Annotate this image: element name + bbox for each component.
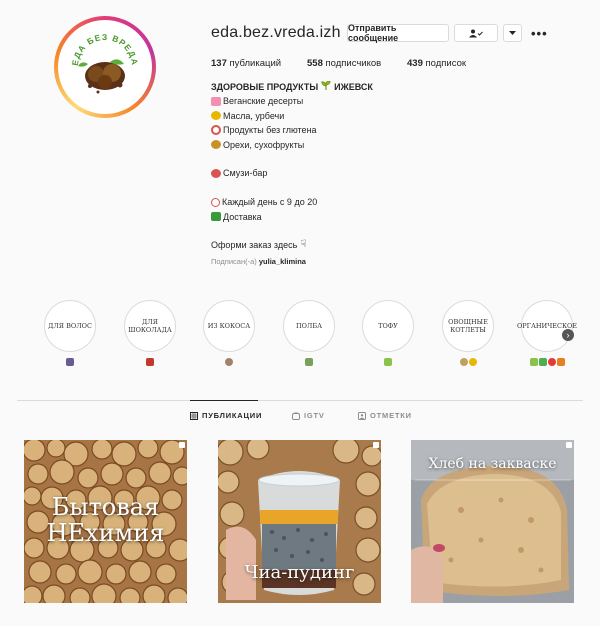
tabs-divider — [17, 400, 583, 401]
send-message-button[interactable]: Отправить сообщение — [347, 23, 449, 43]
svg-text:ЕДА БЕЗ ВРЕДА: ЕДА БЕЗ ВРЕДА — [70, 32, 140, 66]
post-thumbnail[interactable]: Чиа-пудинг — [218, 440, 381, 603]
tab-posts[interactable]: ПУБЛИКАЦИИ — [190, 411, 262, 420]
highlight[interactable]: ПОЛБА — [283, 300, 335, 352]
highlight-emoji — [283, 358, 335, 368]
grid-icon — [190, 411, 198, 420]
post-caption-line: НЕхимия — [46, 519, 165, 547]
highlights-next-arrow[interactable]: › — [562, 329, 574, 341]
posts-label: публикаций — [226, 58, 282, 69]
tag-user-icon — [358, 411, 366, 420]
bio-item: Орехи, сухофрукты — [223, 139, 305, 150]
no-entry-icon — [211, 125, 221, 136]
followers-label: подписчиков — [322, 58, 382, 69]
profile-stats: 137 публикаций 558 подписчиков 439 подпи… — [211, 58, 466, 69]
followed-by-user: yulia_klimina — [258, 256, 306, 266]
pointing-down-icon: ☟ — [300, 239, 307, 251]
bio-title-line: ЗДОРОВЫЕ ПРОДУКТЫ ИЖЕВСК — [211, 80, 511, 94]
followers-stat[interactable]: 558 подписчиков — [307, 58, 407, 69]
ellipsis-icon[interactable]: ••• — [531, 26, 548, 41]
highlight-emoji — [362, 358, 414, 368]
avatar-text: ЕДА БЕЗ ВРЕДА — [70, 32, 139, 66]
highlight-label: ТОФУ — [365, 303, 411, 349]
posts-stat: 137 публикаций — [211, 58, 307, 69]
sunflower-icon — [211, 111, 221, 121]
highlight-label: ДЛЯ ШОКОЛАДА — [127, 303, 173, 349]
active-tab-indicator — [190, 400, 258, 401]
post-caption-line: Бытовая — [51, 493, 160, 521]
highlight[interactable]: ТОФУ — [362, 300, 414, 352]
tab-posts-label: ПУБЛИКАЦИИ — [202, 411, 263, 420]
post-thumbnail[interactable]: Хлеб на закваске — [411, 440, 574, 603]
person-check-icon — [469, 29, 483, 37]
cupcake-icon — [211, 97, 221, 107]
avatar[interactable]: ЕДА БЕЗ ВРЕДА — [58, 20, 152, 114]
followers-count: 558 — [307, 58, 323, 69]
posts-count: 137 — [211, 58, 227, 69]
post-caption-line: Хлеб на закваске — [428, 456, 557, 472]
highlight-emoji — [521, 358, 573, 368]
igtv-icon — [292, 411, 300, 420]
suggestions-dropdown-button[interactable] — [503, 24, 522, 42]
following-label: подписок — [422, 58, 467, 69]
profile-username: eda.bez.vreda.izh — [211, 24, 341, 41]
highlight-label: ИЗ КОКОСА — [206, 303, 252, 349]
highlight[interactable]: ОВОЩНЫЕ КОТЛЕТЫ — [442, 300, 494, 352]
following-button[interactable] — [454, 24, 498, 42]
multi-image-icon — [373, 442, 379, 448]
highlight[interactable]: ДЛЯ ШОКОЛАДА — [124, 300, 176, 352]
highlight-emoji — [44, 358, 96, 368]
followed-by[interactable]: Подписан(-а) yulia_klimina — [211, 255, 511, 269]
bio-smoothie: Смузи-бар — [223, 168, 268, 179]
strawberry-icon — [211, 169, 221, 179]
bio-item: Веганские десерты — [223, 96, 304, 107]
highlight[interactable]: ОРГАНИЧЕСКОЕ — [517, 300, 577, 352]
highlight[interactable]: ИЗ КОКОСА — [203, 300, 255, 352]
highlight-emoji — [203, 358, 255, 368]
chevron-down-icon — [509, 30, 516, 35]
multi-image-icon — [179, 442, 185, 448]
delivery-truck-icon — [211, 212, 221, 222]
following-count: 439 — [407, 58, 423, 69]
tab-igtv-label: IGTV — [304, 411, 325, 420]
highlight-label: ДЛЯ ВОЛОС — [47, 303, 93, 349]
sprout-icon — [321, 80, 331, 94]
bio-item: Продукты без глютена — [223, 125, 317, 136]
peanut-icon — [211, 140, 221, 150]
highlight-emoji — [442, 358, 494, 368]
tab-igtv[interactable]: IGTV — [292, 411, 325, 420]
avatar-logo: ЕДА БЕЗ ВРЕДА — [70, 32, 140, 94]
bio-item: Масла, урбечи — [223, 110, 285, 121]
following-stat[interactable]: 439 подписок — [407, 58, 466, 69]
bio-title: ЗДОРОВЫЕ ПРОДУКТЫ — [211, 82, 319, 92]
post-caption-line: Чиа-пудинг — [244, 562, 355, 583]
bio-hours: Каждый день с 9 до 20 — [222, 197, 318, 208]
post-thumbnail[interactable]: Бытовая НЕхимия — [24, 440, 187, 603]
bio-delivery: Доставка — [223, 211, 262, 222]
highlight-emoji — [124, 358, 176, 368]
highlight-label: ПОЛБА — [286, 303, 332, 349]
highlight-label: ОВОЩНЫЕ КОТЛЕТЫ — [445, 303, 491, 349]
followed-by-prefix: Подписан(-а) — [211, 256, 257, 266]
alarm-clock-icon — [211, 197, 220, 207]
tab-tagged[interactable]: ОТМЕТКИ — [358, 411, 412, 420]
tab-tagged-label: ОТМЕТКИ — [370, 411, 412, 420]
profile-avatar-ring[interactable]: ЕДА БЕЗ ВРЕДА — [54, 16, 156, 118]
multi-image-icon — [566, 442, 572, 448]
bio-order: Оформи заказ здесь — [211, 240, 298, 251]
highlight[interactable]: ДЛЯ ВОЛОС — [44, 300, 96, 352]
profile-bio: ЗДОРОВЫЕ ПРОДУКТЫ ИЖЕВСК Веганские десер… — [211, 80, 511, 269]
bio-city: ИЖЕВСК — [334, 82, 373, 92]
highlight-label: ОРГАНИЧЕСКОЕ — [517, 303, 577, 349]
